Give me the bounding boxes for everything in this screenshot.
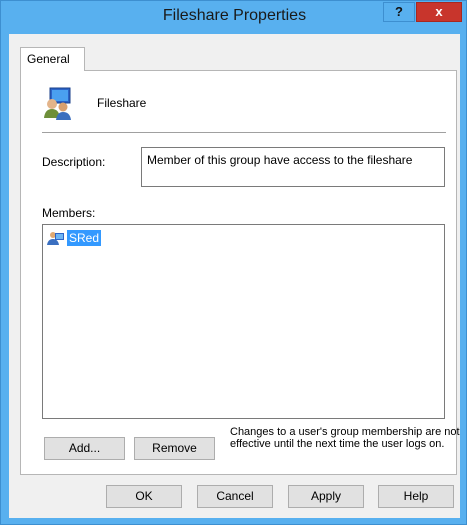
group-name: Fileshare xyxy=(97,96,147,110)
description-field[interactable]: Member of this group have access to the … xyxy=(141,147,445,187)
list-item[interactable]: SRed xyxy=(47,229,102,246)
tab-general[interactable]: General xyxy=(20,47,85,71)
remove-button[interactable]: Remove xyxy=(134,437,215,460)
help-icon[interactable]: ? xyxy=(383,2,415,22)
separator xyxy=(42,132,446,133)
cancel-button[interactable]: Cancel xyxy=(197,485,273,508)
group-users-icon xyxy=(41,87,75,121)
close-icon[interactable]: x xyxy=(416,2,462,22)
user-icon xyxy=(47,231,64,245)
help-button[interactable]: Help xyxy=(378,485,454,508)
apply-button[interactable]: Apply xyxy=(288,485,364,508)
add-button[interactable]: Add... xyxy=(44,437,125,460)
members-label: Members: xyxy=(42,206,96,220)
title-bar[interactable]: Fileshare Properties ? x xyxy=(1,1,467,34)
description-label: Description: xyxy=(42,155,106,169)
members-list[interactable]: SRed xyxy=(42,224,445,419)
ok-button[interactable]: OK xyxy=(106,485,182,508)
member-name: SRed xyxy=(67,229,102,246)
membership-note: Changes to a user's group membership are… xyxy=(230,426,460,450)
